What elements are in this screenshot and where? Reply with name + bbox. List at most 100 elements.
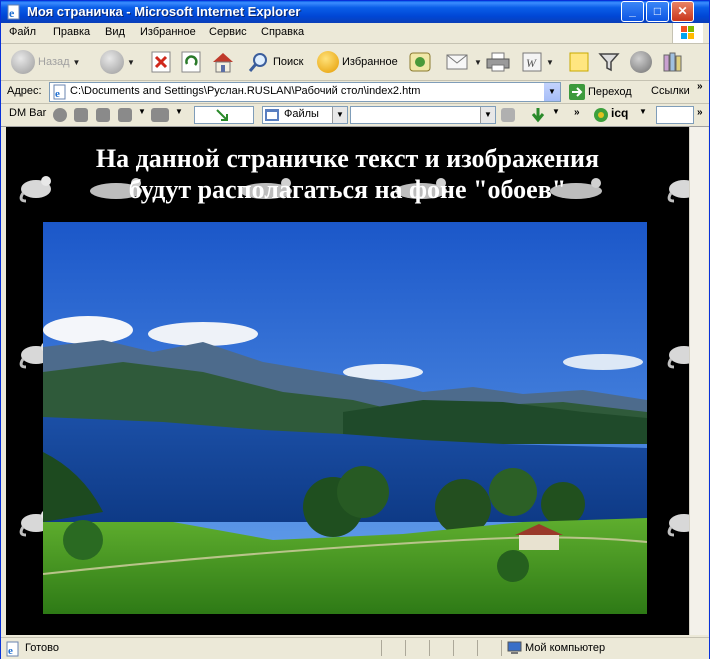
maximize-button[interactable]: □ bbox=[646, 1, 669, 22]
forward-dropdown-icon[interactable]: ▼ bbox=[127, 58, 135, 67]
files-dropdown-icon[interactable]: ▼ bbox=[332, 107, 347, 123]
download-icon[interactable] bbox=[531, 107, 545, 123]
search-icon bbox=[248, 53, 267, 72]
dm-arrow-icon bbox=[216, 109, 228, 121]
refresh-icon bbox=[181, 51, 201, 73]
go-button[interactable]: Переход bbox=[569, 84, 632, 100]
links-button[interactable]: Ссылки bbox=[651, 85, 690, 97]
window-title: Моя страничка - Microsoft Internet Explo… bbox=[27, 4, 301, 19]
dm-globe-icon[interactable] bbox=[53, 108, 67, 122]
dm-copy-icon[interactable] bbox=[96, 108, 110, 122]
mail-button[interactable]: ▼ bbox=[445, 48, 482, 76]
dm-history-dropdown-icon[interactable]: ▼ bbox=[175, 107, 183, 116]
menu-bar: Файл Правка Вид Избранное Сервис Справка bbox=[1, 23, 709, 44]
heading-line-1: На данной страничке текст и изображения bbox=[95, 144, 600, 173]
files-select[interactable]: Файлы ▼ bbox=[262, 106, 348, 124]
mail-dropdown-icon[interactable]: ▼ bbox=[474, 58, 482, 67]
menu-edit[interactable]: Правка bbox=[53, 26, 90, 38]
security-zone: Мой компьютер bbox=[525, 642, 606, 654]
status-divider bbox=[477, 640, 478, 656]
back-label: Назад bbox=[38, 56, 70, 68]
menu-favorites[interactable]: Избранное bbox=[140, 26, 196, 38]
status-bar: e Готово Мой компьютер bbox=[1, 637, 709, 659]
stop-button[interactable] bbox=[151, 48, 171, 76]
edit-dropdown-icon[interactable]: ▼ bbox=[546, 58, 554, 67]
my-computer-icon bbox=[507, 641, 522, 654]
status-text: Готово bbox=[25, 642, 59, 654]
edit-button[interactable]: W ▼ bbox=[521, 48, 554, 76]
page-heading: На данной страничке текст и изображения … bbox=[6, 143, 689, 205]
home-button[interactable] bbox=[211, 48, 235, 76]
status-page-icon: e bbox=[6, 641, 19, 657]
printer-icon bbox=[486, 52, 510, 72]
links-chevron-icon[interactable]: » bbox=[697, 81, 703, 92]
icq-chevron-icon[interactable]: » bbox=[697, 107, 703, 118]
favorites-button[interactable]: Избранное bbox=[317, 48, 398, 76]
dm-history-icon[interactable] bbox=[151, 108, 169, 122]
vertical-scrollbar[interactable] bbox=[689, 127, 708, 635]
messenger-icon bbox=[630, 51, 652, 73]
menu-view[interactable]: Вид bbox=[105, 26, 125, 38]
favorites-star-icon bbox=[317, 51, 339, 73]
mail-icon bbox=[446, 54, 468, 70]
page-content: На данной страничке текст и изображения … bbox=[6, 127, 689, 635]
landscape-photo bbox=[43, 222, 647, 614]
back-arrow-icon bbox=[11, 50, 35, 74]
close-button[interactable]: ✕ bbox=[671, 1, 694, 22]
address-label: Адрес: bbox=[7, 85, 42, 97]
address-input[interactable]: e C:\Documents and Settings\Руслан.RUSLA… bbox=[49, 82, 561, 102]
icq-dropdown-icon[interactable]: ▼ bbox=[639, 107, 647, 116]
filter-icon bbox=[598, 53, 620, 72]
address-dropdown-icon[interactable]: ▼ bbox=[544, 83, 560, 101]
dm-add-icon[interactable] bbox=[74, 108, 88, 122]
windows-logo-icon bbox=[672, 23, 703, 43]
research-books-icon bbox=[663, 52, 682, 72]
messenger-button[interactable] bbox=[630, 48, 652, 76]
wallpaper-mascot-icon bbox=[667, 514, 689, 537]
status-divider bbox=[453, 640, 454, 656]
menu-help[interactable]: Справка bbox=[261, 26, 304, 38]
title-bar[interactable]: e Моя страничка - Microsoft Internet Exp… bbox=[1, 1, 709, 23]
forward-button[interactable]: ▼ bbox=[100, 48, 135, 76]
search-button[interactable]: Поиск bbox=[248, 48, 303, 76]
note-icon bbox=[569, 52, 589, 72]
back-dropdown-icon[interactable]: ▼ bbox=[73, 58, 81, 67]
download-dropdown-icon[interactable]: ▼ bbox=[552, 107, 560, 116]
status-divider bbox=[429, 640, 430, 656]
dm-bar: DM Bar ▼ ▼ Файлы ▼ ▼ ▼ » icq ▼ » bbox=[1, 104, 709, 127]
files-icon bbox=[265, 109, 279, 121]
dm-home-icon[interactable] bbox=[118, 108, 132, 122]
icq-label[interactable]: icq bbox=[611, 106, 628, 120]
svg-text:W: W bbox=[526, 56, 537, 70]
home-icon bbox=[213, 53, 233, 73]
icq-input[interactable] bbox=[656, 106, 694, 124]
menu-file[interactable]: Файл bbox=[9, 26, 36, 38]
print-button[interactable] bbox=[485, 48, 511, 76]
word-edit-icon: W bbox=[522, 52, 542, 72]
search-label: Поиск bbox=[273, 56, 304, 68]
status-divider bbox=[405, 640, 406, 656]
dm-search-input[interactable]: ▼ bbox=[350, 106, 496, 124]
svg-text:e: e bbox=[55, 88, 60, 100]
status-divider bbox=[381, 640, 382, 656]
filter-button[interactable] bbox=[598, 48, 620, 76]
forward-arrow-icon bbox=[100, 50, 124, 74]
minimize-button[interactable]: _ bbox=[621, 1, 644, 22]
back-button[interactable]: Назад ▼ bbox=[11, 48, 80, 76]
research-button[interactable] bbox=[661, 48, 685, 76]
dm-search-dropdown-icon[interactable]: ▼ bbox=[480, 107, 495, 123]
svg-text:e: e bbox=[9, 6, 15, 20]
ie-page-icon: e bbox=[7, 4, 20, 20]
browser-window: e Моя страничка - Microsoft Internet Exp… bbox=[0, 0, 710, 659]
dm-chevron-icon[interactable]: » bbox=[574, 107, 580, 118]
dm-search-icon[interactable] bbox=[501, 108, 515, 122]
media-button[interactable] bbox=[408, 48, 432, 76]
dm-dropdown-icon[interactable]: ▼ bbox=[138, 107, 146, 116]
svg-text:e: e bbox=[8, 645, 13, 657]
favorites-label: Избранное bbox=[342, 56, 398, 68]
menu-tools[interactable]: Сервис bbox=[209, 26, 247, 38]
dm-bar-label: DM Bar bbox=[9, 107, 47, 119]
address-bar: Адрес: e C:\Documents and Settings\Русла… bbox=[1, 81, 709, 104]
discuss-button[interactable] bbox=[568, 48, 590, 76]
refresh-button[interactable] bbox=[181, 48, 201, 76]
